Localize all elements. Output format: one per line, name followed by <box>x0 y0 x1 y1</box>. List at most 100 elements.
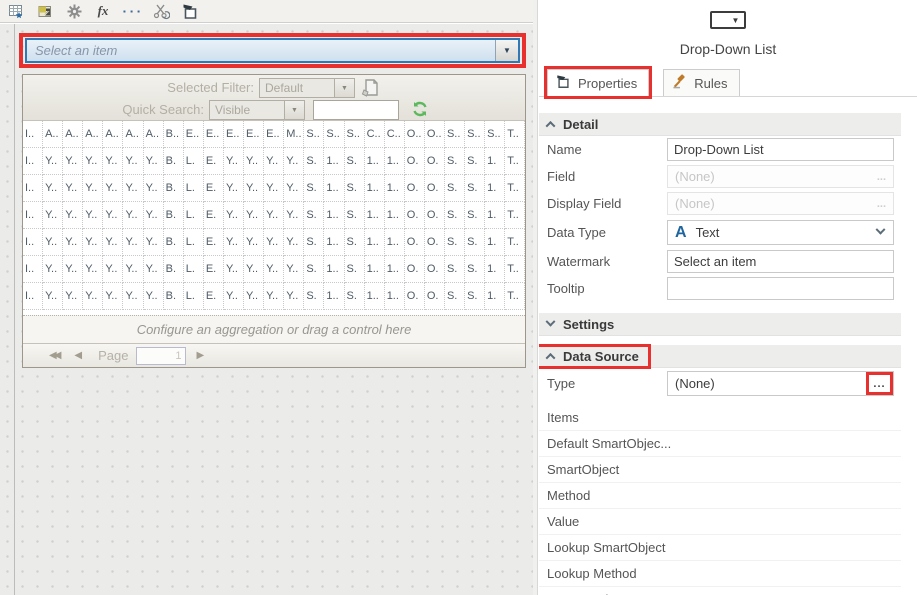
grid-cell[interactable]: S. <box>344 283 365 310</box>
grid-cell[interactable]: S. <box>465 229 486 256</box>
grid-cell[interactable]: T.. <box>505 229 525 256</box>
grid-cell[interactable]: 1.. <box>364 283 385 310</box>
grid-cell[interactable]: S. <box>304 148 325 175</box>
grid-cell[interactable]: Y.. <box>83 175 104 202</box>
grid-cell[interactable]: B. <box>163 229 184 256</box>
grid-cell[interactable]: S. <box>344 256 365 283</box>
watermark-input[interactable] <box>667 250 894 273</box>
aggregation-hint-bar[interactable]: Configure an aggregation or drag a contr… <box>23 315 525 344</box>
grid-cell[interactable]: 1.. <box>384 202 405 229</box>
grid-cell[interactable]: Y.. <box>284 256 305 283</box>
grid-cell[interactable]: Y.. <box>43 202 64 229</box>
grid-cell[interactable]: T.. <box>505 148 525 175</box>
selected-filter-dropdown[interactable]: Default ▼ <box>259 78 355 98</box>
grid-cell[interactable]: L. <box>183 175 204 202</box>
design-listview-icon[interactable] <box>7 2 25 20</box>
column-header[interactable]: O.. <box>424 121 445 148</box>
grid-cell[interactable]: E. <box>203 175 224 202</box>
grid-cell[interactable]: Y.. <box>264 229 285 256</box>
grid-cell[interactable]: 1. <box>485 175 506 202</box>
grid-cell[interactable]: Y.. <box>63 283 84 310</box>
column-header[interactable]: E.. <box>244 121 265 148</box>
grid-cell[interactable]: S. <box>465 148 486 175</box>
grid-cell[interactable]: O. <box>404 256 425 283</box>
grid-cell[interactable]: S. <box>444 202 466 229</box>
grid-cell[interactable]: S. <box>465 175 486 202</box>
filter-page-icon[interactable] <box>361 78 379 98</box>
grid-cell[interactable]: Y.. <box>244 202 265 229</box>
fx-expression-icon[interactable]: fx <box>94 2 112 20</box>
grid-cell[interactable]: O. <box>424 175 445 202</box>
grid-cell[interactable]: T.. <box>505 175 525 202</box>
grid-cell[interactable]: Y.. <box>103 229 124 256</box>
grid-cell[interactable]: T.. <box>505 256 525 283</box>
quick-search-dropdown[interactable]: Visible ▼ <box>209 100 305 120</box>
grid-cell[interactable]: Y.. <box>244 148 265 175</box>
grid-cell[interactable]: Y.. <box>264 148 285 175</box>
grid-cell[interactable]: 1.. <box>384 148 405 175</box>
grid-cell[interactable]: Y.. <box>83 148 104 175</box>
tab-properties[interactable]: Properties <box>543 66 653 99</box>
grid-cell[interactable]: Y.. <box>284 202 305 229</box>
grid-cell[interactable]: Y.. <box>284 229 305 256</box>
grid-cell[interactable]: O. <box>424 229 445 256</box>
grid-cell[interactable]: Y.. <box>223 148 245 175</box>
grid-cell[interactable]: O. <box>404 148 425 175</box>
tab-rules[interactable]: Rules <box>663 69 740 96</box>
grid-cell[interactable]: S. <box>444 175 466 202</box>
grid-cell[interactable]: Y.. <box>284 283 305 310</box>
grid-cell[interactable]: Y.. <box>143 283 164 310</box>
column-header[interactable]: M.. <box>284 121 305 148</box>
settings-gear-icon[interactable] <box>65 2 83 20</box>
grid-cell[interactable]: Y.. <box>83 283 104 310</box>
grid-cell[interactable]: O. <box>404 283 425 310</box>
grid-cell[interactable]: 1.. <box>384 283 405 310</box>
column-header[interactable]: A.. <box>43 121 64 148</box>
column-header[interactable]: S.. <box>485 121 506 148</box>
grid-cell[interactable]: Y.. <box>103 283 124 310</box>
grid-cell[interactable]: S. <box>465 283 486 310</box>
grid-cell[interactable]: Y.. <box>63 148 84 175</box>
grid-cell[interactable]: Y.. <box>264 256 285 283</box>
form-canvas[interactable]: Select an item ▼ Selected Filter: Defaul… <box>0 24 533 595</box>
column-header[interactable]: C.. <box>364 121 385 148</box>
pager-page-input[interactable] <box>136 346 187 365</box>
grid-cell[interactable]: Y.. <box>284 175 305 202</box>
grid-cell[interactable]: Y.. <box>123 256 144 283</box>
pane-divider[interactable] <box>533 0 538 595</box>
grid-cell[interactable]: S. <box>304 256 325 283</box>
column-header[interactable]: A.. <box>143 121 164 148</box>
grid-cell[interactable]: 1.. <box>364 256 385 283</box>
section-detail[interactable]: Detail <box>539 113 901 136</box>
grid-cell[interactable]: B. <box>163 283 184 310</box>
grid-cell[interactable]: Y.. <box>123 148 144 175</box>
column-header[interactable]: E.. <box>223 121 245 148</box>
grid-cell[interactable]: O. <box>424 283 445 310</box>
grid-cell[interactable]: E. <box>203 229 224 256</box>
section-data-source[interactable]: Data Source <box>539 343 901 369</box>
section-settings[interactable]: Settings <box>539 313 901 336</box>
column-header[interactable]: A.. <box>123 121 144 148</box>
grid-cell[interactable]: Y.. <box>143 229 164 256</box>
grid-cell[interactable]: Y.. <box>83 202 104 229</box>
column-header[interactable]: E.. <box>203 121 224 148</box>
grid-cell[interactable]: S. <box>444 229 466 256</box>
grid-cell[interactable]: 1.. <box>324 229 345 256</box>
grid-cell[interactable]: 1. <box>485 229 506 256</box>
column-header[interactable]: E.. <box>183 121 204 148</box>
grid-cell[interactable]: S. <box>344 175 365 202</box>
export-view-icon[interactable] <box>36 2 54 20</box>
refresh-icon[interactable] <box>411 100 429 118</box>
grid-cell[interactable]: S. <box>304 202 325 229</box>
dropdown-control[interactable]: Select an item ▼ <box>25 38 520 63</box>
grid-cell[interactable]: O. <box>424 202 445 229</box>
grid-cell[interactable]: E. <box>203 202 224 229</box>
grid-cell[interactable]: Y.. <box>103 256 124 283</box>
grid-cell[interactable]: Y.. <box>123 202 144 229</box>
data-source-type-field[interactable]: (None) ... <box>667 371 894 396</box>
grid-cell[interactable]: Y.. <box>63 256 84 283</box>
grid-cell[interactable]: S. <box>344 202 365 229</box>
paste-icon[interactable] <box>181 2 199 20</box>
grid-cell[interactable]: 1.. <box>384 256 405 283</box>
grid-cell[interactable]: Y.. <box>123 229 144 256</box>
